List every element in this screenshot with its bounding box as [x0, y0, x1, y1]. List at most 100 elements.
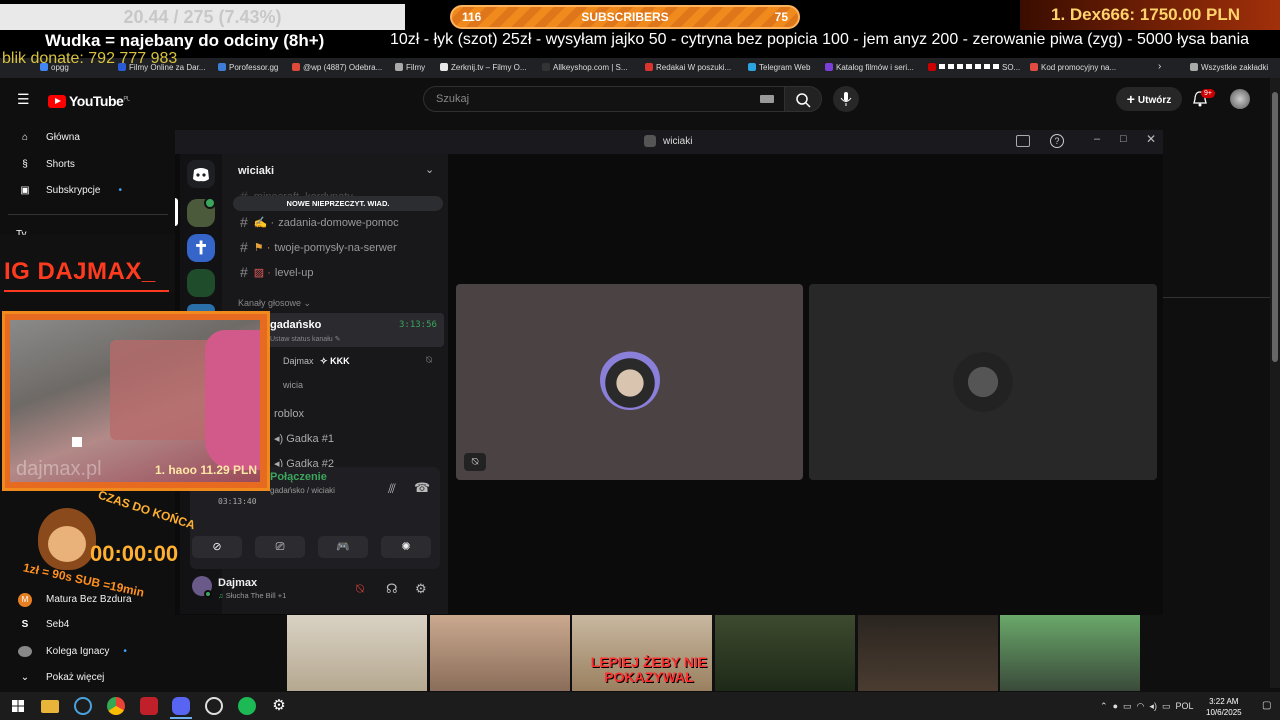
mute-mic-icon[interactable]: ⍉	[356, 581, 364, 597]
search-button[interactable]	[784, 86, 822, 112]
thumbnail[interactable]	[715, 615, 855, 691]
server-name[interactable]: wiciaki	[238, 165, 274, 177]
input-language[interactable]: POL	[1175, 701, 1193, 711]
bookmarks-overflow-icon[interactable]: ›	[1158, 61, 1161, 72]
app-red-icon[interactable]	[140, 697, 158, 715]
new-unread-banner[interactable]: NOWE NIEPRZECZYT. WIAD.	[233, 196, 443, 211]
bookmark-item[interactable]: Porofessor.gg	[218, 63, 278, 72]
taskbar-clock[interactable]: 3:22 AM 10/6/2025	[1206, 696, 1242, 718]
voice-channel-item[interactable]: roblox	[274, 408, 304, 420]
bookmark-item[interactable]: Kod promocyjny na...	[1030, 63, 1116, 72]
ticker-right: 10zł - łyk (szot) 25zł - wysyłam jajko 5…	[390, 31, 1250, 48]
spotify-icon[interactable]	[238, 697, 256, 715]
keyboard-icon[interactable]	[760, 95, 774, 103]
nav-label: Główna	[46, 132, 80, 143]
account-avatar[interactable]	[1230, 89, 1250, 109]
discord-home-icon[interactable]	[187, 160, 215, 188]
chrome-icon[interactable]	[107, 697, 125, 715]
minimize-icon[interactable]: –	[1094, 133, 1100, 145]
system-tray[interactable]: ⌃ ● ▭ ◠ ◂) ▭ POL	[1100, 701, 1194, 712]
soundboard-icon: ✺	[401, 541, 411, 553]
thumbnail[interactable]	[1000, 615, 1140, 691]
nav-item-home[interactable]: ⌂ Główna	[18, 132, 80, 143]
obs-icon[interactable]	[205, 697, 223, 715]
bookmark-label: Katalog filmów i seri...	[836, 63, 914, 72]
soundboard-button[interactable]: ✺	[381, 536, 431, 558]
thumbnail[interactable]	[430, 615, 570, 691]
chevron-down-icon[interactable]: ⌄	[425, 163, 434, 176]
disconnect-icon[interactable]: ☎	[414, 480, 430, 496]
notifications-icon[interactable]: ▢	[1262, 700, 1271, 711]
headphones-icon[interactable]: ☊	[386, 581, 398, 597]
help-icon[interactable]: ?	[1050, 134, 1064, 148]
shorts-icon: §	[22, 159, 28, 170]
countdown-timer: 00:00:00	[90, 541, 179, 566]
nav-item-subscriptions[interactable]: ▣ Subskrypcje •	[18, 185, 122, 196]
bookmarks-bar: opgg Filmy Online za Dar... Porofessor.g…	[0, 58, 1280, 78]
nav-channel-seb4[interactable]: S Seb4	[18, 619, 70, 630]
clock-time: 3:22 AM	[1209, 697, 1239, 706]
inbox-icon[interactable]	[1016, 135, 1030, 147]
bookmark-item[interactable]: Telegram Web	[748, 63, 810, 72]
nav-channel-matura[interactable]: M Matura Bez Bzdura	[18, 593, 132, 607]
bookmark-item[interactable]: Filmy	[395, 63, 425, 72]
channel-name: Gadka #1	[286, 433, 334, 445]
thumbnail[interactable]	[858, 615, 998, 691]
settings-icon[interactable]: ⚙	[270, 697, 288, 715]
channel-avatar: M	[18, 593, 32, 607]
bookmark-item[interactable]: Wszystkie zakładki	[1190, 63, 1268, 72]
activity-button[interactable]: 🎮	[318, 536, 368, 558]
webcam-watermark: dajmax.pl	[16, 458, 102, 480]
search-input[interactable]: Szukaj	[423, 86, 785, 112]
active-server-indicator	[175, 198, 178, 226]
voice-channel-timer: 3:13:56	[399, 320, 437, 330]
active-app-indicator	[170, 717, 192, 719]
bookmark-item[interactable]: Zerknij.tv – Filmy O...	[440, 63, 527, 72]
bookmark-item[interactable]: Allkeyshop.com | S...	[542, 63, 628, 72]
donation-goal-bar: 20.44 / 275 (7.43%)	[0, 4, 405, 30]
channel-label: Kolega Ignacy	[46, 646, 110, 657]
youtube-logo[interactable]: YouTubePL	[48, 93, 130, 109]
muted-mic-icon: ⍉	[464, 453, 486, 471]
channel-item[interactable]: # ▨ · level-up	[240, 264, 313, 280]
new-content-dot: •	[123, 646, 127, 657]
thumbnail[interactable]	[287, 615, 427, 691]
camera-off-button[interactable]: ⊘	[192, 536, 242, 558]
hamburger-menu-icon[interactable]: ☰	[17, 91, 30, 108]
channel-item[interactable]: # ⚑ · twoje-pomysły-na-serwer	[240, 239, 397, 255]
channel-item[interactable]: # ✍ · zadania-domowe-pomoc	[240, 214, 399, 230]
clock-date: 10/6/2025	[1206, 708, 1242, 717]
ig-underline	[4, 290, 169, 292]
settings-gear-icon[interactable]: ⚙	[415, 581, 427, 597]
voice-member-wicia[interactable]: wicia	[283, 380, 303, 390]
muted-mic-icon: ⍉	[426, 355, 432, 366]
bookmark-item[interactable]: @wp (4887) Odebra...	[292, 63, 382, 72]
noise-suppression-icon[interactable]: ⫻	[388, 481, 396, 497]
bookmark-item[interactable]: Redakai W poszuki...	[645, 63, 731, 72]
voice-channels-header[interactable]: Kanały głosowe ⌄	[238, 298, 311, 309]
nav-show-more[interactable]: ⌄ Pokaż więcej	[18, 672, 105, 683]
bookmark-item[interactable]: Katalog filmów i seri...	[825, 63, 914, 72]
windows-taskbar	[0, 692, 1280, 720]
file-explorer-icon[interactable]	[41, 700, 59, 713]
maximize-icon[interactable]: □	[1120, 133, 1127, 145]
app-circle-icon[interactable]	[74, 697, 92, 715]
status-text: Ustaw status kanału	[270, 336, 333, 343]
screen-share-button[interactable]: ⎚	[255, 536, 305, 558]
voice-connected-server[interactable]: gadańsko / wiciaki	[270, 486, 335, 495]
create-button[interactable]: + Utwórz	[1116, 87, 1182, 111]
server-cross-icon[interactable]: ✝	[187, 234, 215, 262]
voice-channel-item[interactable]: ◂) Gadka #1	[274, 432, 334, 445]
voice-channel-status[interactable]: Ustaw status kanału ✎	[270, 335, 340, 343]
user-name[interactable]: Dajmax	[218, 577, 257, 589]
server-green-icon[interactable]	[187, 269, 215, 297]
voice-member-dajmax[interactable]: Dajmax ✧ KKK	[283, 356, 350, 367]
discord-taskbar-icon[interactable]	[172, 697, 190, 715]
scrollbar-thumb[interactable]	[1272, 92, 1278, 362]
start-windows-icon[interactable]	[9, 697, 27, 715]
nav-item-shorts[interactable]: § Shorts	[18, 159, 75, 170]
close-icon[interactable]: ✕	[1146, 132, 1156, 146]
bookmark-item[interactable]: SO...	[928, 63, 1020, 72]
nav-channel-kolega-ignacy[interactable]: Kolega Ignacy •	[18, 646, 127, 657]
voice-search-button[interactable]	[833, 86, 859, 112]
